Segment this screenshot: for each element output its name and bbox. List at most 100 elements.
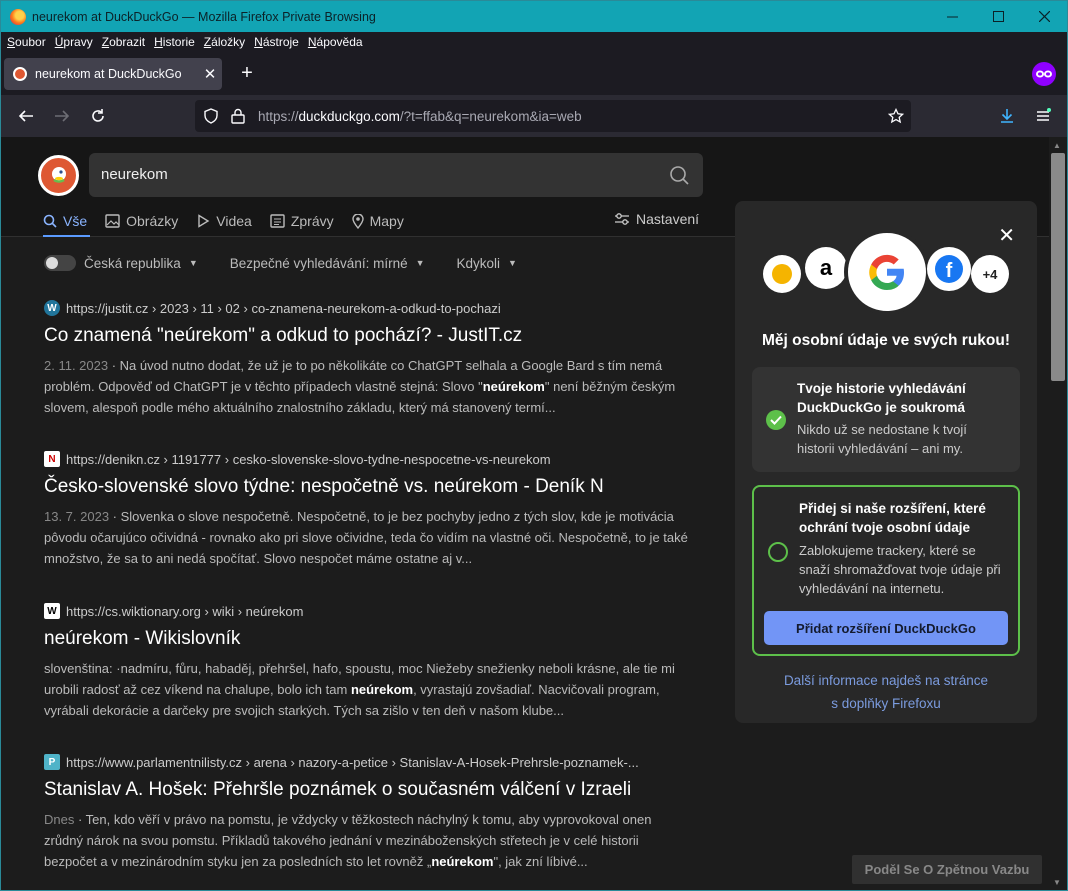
safe-search-dropdown[interactable]: Bezpečné vyhledávání: mírné ▼ bbox=[230, 256, 425, 271]
privacy-promo-panel: ✕ a f +4 Měj osobní údaje ve svých rukou… bbox=[735, 201, 1037, 723]
tab-maps-label: Mapy bbox=[369, 213, 404, 229]
facebook-logo-icon: f bbox=[927, 247, 971, 291]
vertical-tabs: Vše Obrázky Videa Zprávy Mapy bbox=[43, 211, 422, 231]
result-url[interactable]: P https://www.parlamentnilisty.cz › aren… bbox=[44, 753, 694, 771]
menu-bookmarks[interactable]: Záložky bbox=[204, 35, 245, 49]
back-arrow-icon bbox=[18, 110, 33, 122]
back-button[interactable] bbox=[12, 102, 40, 130]
result-snippet: 13. 7. 2023 · Slovenka o slove nespočetn… bbox=[44, 506, 694, 569]
more-trackers-badge: +4 bbox=[971, 255, 1009, 293]
active-tab-indicator bbox=[43, 235, 90, 237]
result-snippet: slovenština: ·nadmíru, fůru, habaděj, př… bbox=[44, 658, 694, 721]
feedback-button[interactable]: Poděl Se O Zpětnou Vazbu bbox=[852, 855, 1042, 884]
duckduckgo-logo-icon[interactable] bbox=[38, 155, 79, 196]
card1-body: Nikdo už se nedostane k tvojí historii v… bbox=[797, 422, 967, 456]
google-logo-icon bbox=[844, 229, 930, 315]
newspaper-icon bbox=[270, 214, 285, 228]
settings-label: Nastavení bbox=[636, 211, 700, 227]
result-snippet-highlight: neúrekom bbox=[350, 682, 414, 697]
time-dropdown[interactable]: Kdykoli ▼ bbox=[457, 256, 517, 271]
menu-file[interactable]: Soubor bbox=[7, 35, 46, 49]
wordpress-favicon-icon: W bbox=[44, 300, 60, 316]
map-pin-icon bbox=[351, 213, 364, 229]
scroll-down-icon[interactable]: ▼ bbox=[1053, 878, 1061, 887]
tab-maps[interactable]: Mapy bbox=[351, 211, 404, 231]
reload-button[interactable] bbox=[84, 102, 112, 130]
result-snippet-highlight: neúrekom bbox=[482, 379, 545, 394]
duckduckgo-favicon-icon bbox=[13, 67, 27, 81]
maximize-icon bbox=[992, 11, 1004, 22]
search-result: N https://denikn.cz › 1191777 › cesko-sl… bbox=[44, 450, 694, 569]
tab-news-label: Zprávy bbox=[290, 213, 334, 229]
window-controls bbox=[929, 1, 1067, 32]
tab-active[interactable]: neurekom at DuckDuckGo ✕ bbox=[4, 58, 222, 90]
search-input[interactable]: neurekom bbox=[89, 153, 703, 197]
region-label: Česká republika bbox=[84, 255, 181, 271]
page-scrollbar[interactable]: ▲ ▼ bbox=[1049, 137, 1067, 890]
result-title[interactable]: Česko-slovenské slovo týdne: nespočetně … bbox=[44, 476, 694, 498]
url-text[interactable]: https://duckduckgo.com/?t=ffab&q=neureko… bbox=[258, 109, 582, 124]
minimize-icon bbox=[946, 16, 958, 18]
lock-icon[interactable] bbox=[231, 108, 245, 124]
scroll-up-icon[interactable]: ▲ bbox=[1053, 141, 1061, 150]
bookmark-star-icon[interactable] bbox=[888, 108, 904, 124]
safe-search-label: Bezpečné vyhledávání: mírné bbox=[229, 255, 408, 271]
url-scheme: https:// bbox=[258, 108, 299, 124]
minimize-button[interactable] bbox=[929, 1, 975, 32]
downloads-button[interactable] bbox=[993, 102, 1021, 130]
search-result: W https://justit.cz › 2023 › 11 › 02 › c… bbox=[44, 299, 694, 418]
menu-view[interactable]: Zobrazit bbox=[102, 35, 145, 49]
result-url[interactable]: W https://cs.wiktionary.org › wiki › neú… bbox=[44, 602, 694, 620]
search-result: W https://cs.wiktionary.org › wiki › neú… bbox=[44, 602, 694, 721]
tab-news[interactable]: Zprávy bbox=[270, 211, 334, 231]
result-url[interactable]: W https://justit.cz › 2023 › 11 › 02 › c… bbox=[44, 299, 694, 317]
firefox-addons-link[interactable]: Další informace najdeš na stránce s dopl… bbox=[735, 669, 1037, 715]
menu-tools[interactable]: Nástroje bbox=[254, 35, 299, 49]
empty-circle-icon bbox=[768, 542, 788, 562]
blocked-trackers-logos: a f +4 bbox=[763, 229, 1013, 315]
add-extension-button[interactable]: Přidat rozšíření DuckDuckGo bbox=[764, 611, 1008, 645]
facebook-letter: f bbox=[935, 255, 963, 283]
navigation-toolbar: https://duckduckgo.com/?t=ffab&q=neureko… bbox=[1, 95, 1067, 137]
result-title[interactable]: Co znamená "neúrekom" a odkud to pochází… bbox=[44, 325, 694, 347]
tab-images[interactable]: Obrázky bbox=[105, 211, 178, 231]
caret-down-icon: ▼ bbox=[188, 258, 198, 268]
sliders-icon bbox=[614, 212, 630, 226]
settings-button[interactable]: Nastavení bbox=[614, 211, 699, 227]
region-toggle[interactable] bbox=[44, 255, 76, 271]
tab-videos[interactable]: Videa bbox=[196, 211, 252, 231]
result-url-text: https://denikn.cz › 1191777 › cesko-slov… bbox=[66, 451, 551, 467]
result-title[interactable]: Stanislav A. Hošek: Přehršle poznámek o … bbox=[44, 779, 694, 801]
new-tab-button[interactable]: + bbox=[235, 62, 259, 86]
tab-all-label: Vše bbox=[63, 213, 88, 229]
menu-edit[interactable]: Úpravy bbox=[55, 35, 93, 49]
menu-help[interactable]: Nápověda bbox=[308, 35, 363, 49]
url-bar[interactable]: https://duckduckgo.com/?t=ffab&q=neureko… bbox=[195, 100, 911, 132]
close-window-button[interactable] bbox=[1021, 1, 1067, 32]
play-icon bbox=[196, 214, 210, 228]
tracker-logo-icon bbox=[763, 255, 801, 293]
result-snippet-text: · Slovenka o slove nespočetně. Nespočetn… bbox=[44, 509, 688, 566]
result-date: Dnes bbox=[44, 812, 75, 827]
caret-down-icon: ▼ bbox=[508, 258, 517, 268]
search-icon[interactable] bbox=[669, 165, 689, 185]
title-bar: neurekom at DuckDuckGo — Mozilla Firefox… bbox=[1, 1, 1067, 32]
maximize-button[interactable] bbox=[975, 1, 1021, 32]
menu-history[interactable]: Historie bbox=[154, 35, 195, 49]
region-dropdown[interactable]: Česká republika ▼ bbox=[84, 256, 198, 271]
forward-button[interactable] bbox=[48, 102, 76, 130]
result-title[interactable]: neúrekom - Wikislovník bbox=[44, 628, 694, 650]
url-path: /?t=ffab&q=neurekom&ia=web bbox=[399, 108, 582, 124]
tab-close-icon[interactable]: ✕ bbox=[198, 65, 222, 83]
window-title: neurekom at DuckDuckGo — Mozilla Firefox… bbox=[32, 9, 376, 24]
tab-all[interactable]: Vše bbox=[43, 211, 87, 231]
link-line-2: s doplňky Firefoxu bbox=[831, 696, 941, 711]
app-menu-button[interactable] bbox=[1029, 102, 1057, 130]
tab-videos-label: Videa bbox=[216, 213, 252, 229]
result-url[interactable]: N https://denikn.cz › 1191777 › cesko-sl… bbox=[44, 450, 694, 468]
private-history-card: Tvoje historie vyhledávání DuckDuckGo je… bbox=[752, 367, 1020, 472]
result-date: 13. 7. 2023 bbox=[44, 509, 110, 524]
shield-icon[interactable] bbox=[203, 108, 219, 124]
scrollbar-thumb[interactable] bbox=[1051, 153, 1065, 381]
time-label: Kdykoli bbox=[456, 255, 501, 271]
